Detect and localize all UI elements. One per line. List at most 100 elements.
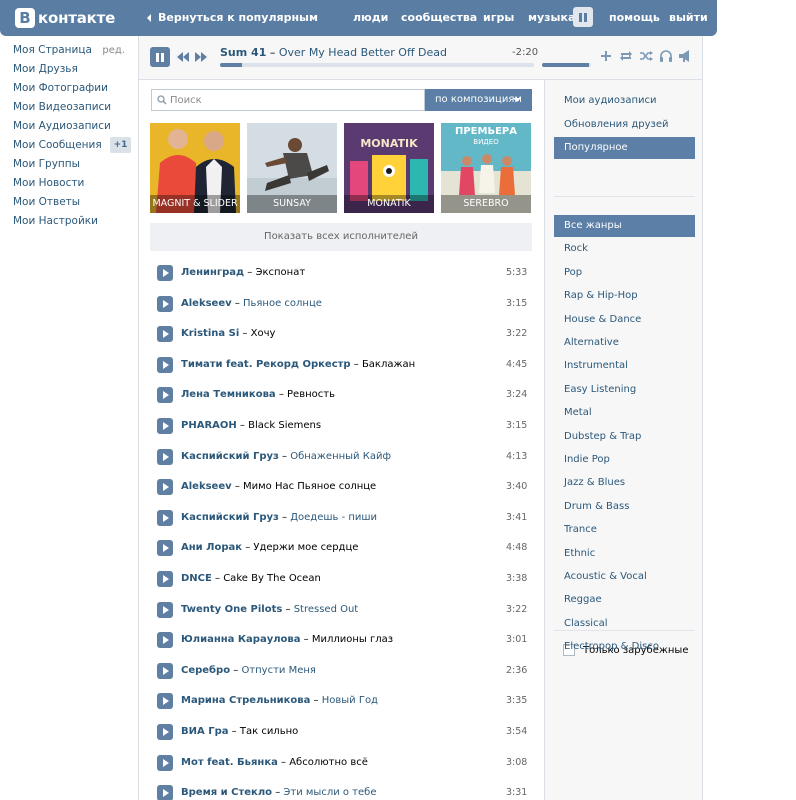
menu-news[interactable]: Мои Новости: [13, 177, 131, 196]
menu-messages[interactable]: Мои Сообщения +1: [13, 137, 131, 158]
menu-groups[interactable]: Мои Группы: [13, 158, 131, 177]
menu-settings[interactable]: Мои Настройки: [13, 215, 131, 234]
track-artist[interactable]: DNCE: [181, 573, 212, 584]
menu-my-page[interactable]: Моя Страница ред.: [13, 44, 131, 63]
now-playing-song[interactable]: Over My Head Better Off Dead: [279, 46, 447, 59]
track-song[interactable]: Stressed Out: [294, 604, 359, 615]
genre-item[interactable]: Easy Listening: [554, 379, 695, 401]
remaining-time[interactable]: -2:20: [512, 47, 538, 58]
genre-item[interactable]: Rap & Hip-Hop: [554, 285, 695, 307]
track-song[interactable]: Отпусти Меня: [241, 665, 316, 676]
track-artist[interactable]: Alekseev: [181, 298, 232, 309]
track-artist[interactable]: Лена Темникова: [181, 389, 276, 400]
play-icon[interactable]: [157, 295, 173, 312]
play-icon[interactable]: [157, 723, 173, 740]
genre-item[interactable]: Classical: [554, 613, 695, 635]
track-artist[interactable]: Ани Лорак: [181, 542, 242, 553]
genre-item[interactable]: Ethnic: [554, 543, 695, 565]
repeat-icon[interactable]: [619, 49, 633, 63]
menu-videos[interactable]: Мои Видеозаписи: [13, 101, 131, 120]
track-artist[interactable]: Alekseev: [181, 481, 232, 492]
artist-tile-magnit-slider[interactable]: MAGNIT & SLIDER: [150, 123, 240, 213]
track-artist[interactable]: Марина Стрельникова: [181, 695, 310, 706]
section-item[interactable]: Популярное: [554, 137, 695, 159]
track-artist[interactable]: Twenty One Pilots: [181, 604, 282, 615]
play-icon[interactable]: [157, 632, 173, 649]
genre-item[interactable]: Electropop & Disco: [554, 636, 695, 658]
genre-item[interactable]: Trance: [554, 519, 695, 541]
headphones-icon[interactable]: [659, 49, 673, 63]
player-pause-button[interactable]: [150, 47, 170, 67]
nav-help[interactable]: помощь: [609, 11, 660, 24]
nav-logout[interactable]: выйти: [669, 11, 708, 24]
prev-icon[interactable]: [176, 51, 190, 63]
artist-tile-monatik[interactable]: MONATIK MONATIK: [344, 123, 434, 213]
menu-friends[interactable]: Мои Друзья: [13, 63, 131, 82]
track-artist[interactable]: Мот feat. Бьянка: [181, 757, 278, 768]
genre-item[interactable]: Jazz & Blues: [554, 472, 695, 494]
track-artist[interactable]: Время и Стекло: [181, 787, 272, 798]
track-artist[interactable]: Каспийский Груз: [181, 451, 279, 462]
track-artist[interactable]: Каспийский Груз: [181, 512, 279, 523]
artist-tile-serebro[interactable]: ПРЕМЬЕРА ВИДЕО SEREBRO: [441, 123, 531, 213]
section-item[interactable]: Обновления друзей: [554, 114, 695, 136]
section-item[interactable]: Мои аудиозаписи: [554, 90, 695, 112]
genre-item[interactable]: Alternative: [554, 332, 695, 354]
nav-communities[interactable]: сообщества: [401, 11, 477, 24]
track-artist[interactable]: Kristina Si: [181, 328, 239, 339]
track-artist[interactable]: Серебро: [181, 665, 230, 676]
genre-item[interactable]: Pop: [554, 262, 695, 284]
play-icon[interactable]: [157, 601, 173, 618]
genre-item[interactable]: Все жанры: [554, 215, 695, 237]
broadcast-icon[interactable]: [678, 49, 692, 63]
genre-item[interactable]: House & Dance: [554, 309, 695, 331]
genre-item[interactable]: Metal: [554, 402, 695, 424]
play-icon[interactable]: [157, 326, 173, 343]
search-mode-dropdown[interactable]: по композициям: [425, 89, 532, 111]
show-all-artists-button[interactable]: Показать всех исполнителей: [150, 223, 532, 251]
menu-photos[interactable]: Мои Фотографии: [13, 82, 131, 101]
menu-answers[interactable]: Мои Ответы: [13, 196, 131, 215]
play-icon[interactable]: [157, 693, 173, 710]
play-icon[interactable]: [157, 356, 173, 373]
track-song[interactable]: Пьяное солнце: [243, 298, 322, 309]
genre-item[interactable]: Drum & Bass: [554, 496, 695, 518]
volume-slider[interactable]: [542, 63, 591, 67]
track-artist[interactable]: Юлианна Караулова: [181, 634, 300, 645]
add-icon[interactable]: [599, 49, 613, 63]
play-icon[interactable]: [157, 479, 173, 496]
edit-link[interactable]: ред.: [102, 44, 125, 57]
next-icon[interactable]: [194, 51, 208, 63]
shuffle-icon[interactable]: [639, 49, 653, 63]
play-icon[interactable]: [157, 785, 173, 800]
track-song[interactable]: Новый Год: [322, 695, 378, 706]
track-song[interactable]: Доедешь - пиши: [290, 512, 377, 523]
genre-item[interactable]: Indie Pop: [554, 449, 695, 471]
header-pause-button[interactable]: [573, 7, 593, 27]
genre-item[interactable]: Dubstep & Trap: [554, 426, 695, 448]
play-icon[interactable]: [157, 570, 173, 587]
vk-logo[interactable]: В контакте: [15, 8, 115, 28]
track-song[interactable]: Эти мысли о тебе: [283, 787, 376, 798]
track-artist[interactable]: ВИА Гра: [181, 726, 229, 737]
play-icon[interactable]: [157, 754, 173, 771]
play-icon[interactable]: [157, 662, 173, 679]
back-to-popular-link[interactable]: Вернуться к популярным: [147, 11, 318, 24]
track-artist[interactable]: PHARAOH: [181, 420, 237, 431]
play-icon[interactable]: [157, 448, 173, 465]
genre-item[interactable]: Rock: [554, 238, 695, 260]
genre-item[interactable]: Reggae: [554, 589, 695, 611]
artist-tile-sunsay[interactable]: SUNSAY: [247, 123, 337, 213]
play-icon[interactable]: [157, 387, 173, 404]
search-input[interactable]: [170, 93, 420, 107]
play-icon[interactable]: [157, 540, 173, 557]
nav-people[interactable]: люди: [353, 11, 388, 24]
track-artist[interactable]: Ленинград: [181, 267, 244, 278]
now-playing-artist[interactable]: Sum 41: [220, 46, 266, 59]
nav-music[interactable]: музыка: [528, 11, 575, 24]
track-song[interactable]: Обнаженный Кайф: [290, 451, 391, 462]
nav-games[interactable]: игры: [483, 11, 514, 24]
genre-item[interactable]: Acoustic & Vocal: [554, 566, 695, 588]
progress-bar[interactable]: [220, 63, 534, 67]
track-artist[interactable]: Тимати feat. Рекорд Оркестр: [181, 359, 351, 370]
